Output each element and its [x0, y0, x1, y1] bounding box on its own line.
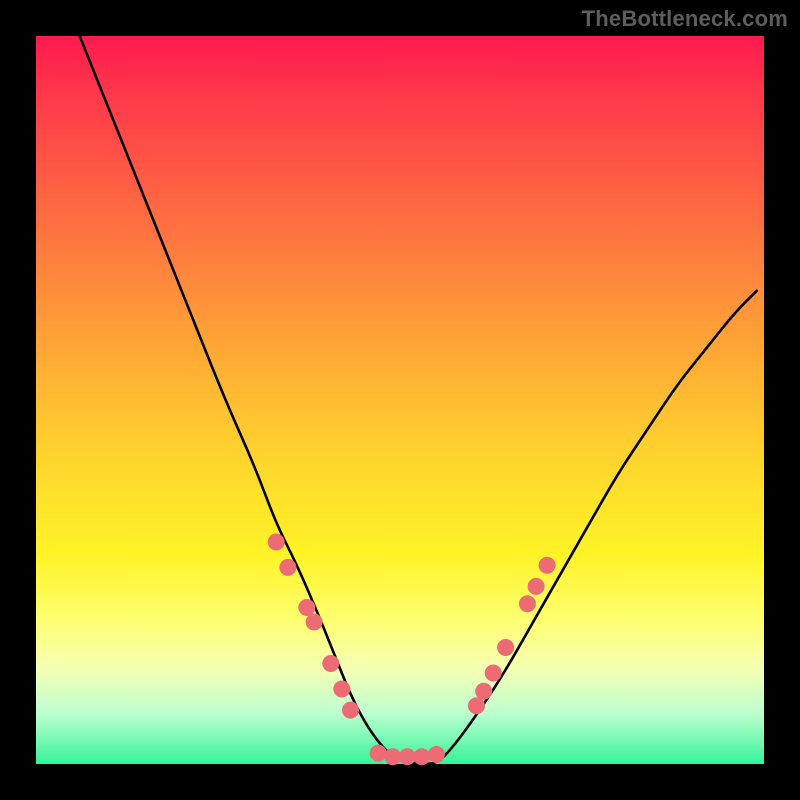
bottleneck-curve — [80, 36, 757, 764]
curve-marker — [468, 697, 485, 714]
curve-marker — [428, 746, 445, 763]
curve-marker — [279, 559, 296, 576]
curve-marker — [333, 681, 350, 698]
curve-marker — [539, 557, 556, 574]
plot-area — [36, 36, 764, 764]
curve-marker — [268, 534, 285, 551]
curve-marker — [322, 655, 339, 672]
curve-marker — [342, 702, 359, 719]
curve-marker — [370, 745, 387, 762]
curve-marker — [485, 665, 502, 682]
curve-marker — [497, 639, 514, 656]
curve-marker — [519, 595, 536, 612]
curve-marker — [306, 614, 323, 631]
curve-marker — [413, 748, 430, 765]
curve-marker — [384, 748, 401, 765]
attribution-watermark: TheBottleneck.com — [582, 6, 788, 32]
curve-marker — [399, 748, 416, 765]
curve-marker — [528, 578, 545, 595]
curve-marker — [475, 683, 492, 700]
curve-marker — [298, 599, 315, 616]
chart-frame: TheBottleneck.com — [0, 0, 800, 800]
chart-svg — [36, 36, 764, 764]
curve-markers — [268, 534, 556, 766]
